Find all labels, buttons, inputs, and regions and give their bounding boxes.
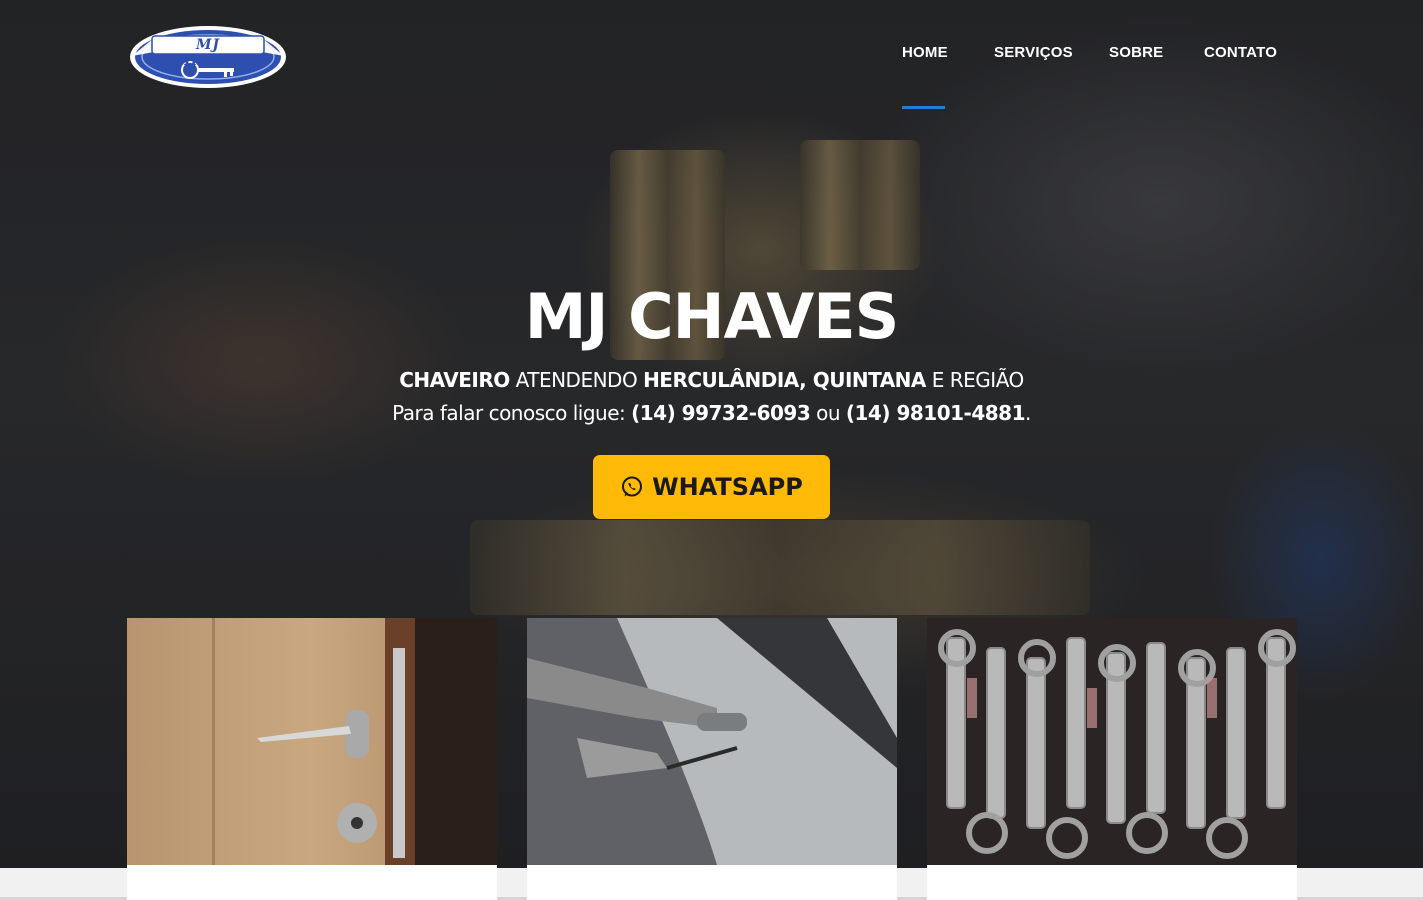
hero-subtitle-text: ATENDENDO: [509, 368, 644, 392]
service-card-door[interactable]: [127, 618, 497, 900]
whatsapp-icon: [622, 476, 643, 497]
hero-subtitle-cities: HERCULÂNDIA, QUINTANA: [643, 368, 926, 392]
contact-prefix: Para falar conosco ligue:: [392, 401, 632, 425]
whatsapp-label: WHATSAPP: [652, 473, 803, 501]
phone-1[interactable]: (14) 99732-6093: [631, 401, 811, 425]
nav-contato[interactable]: CONTATO: [1204, 44, 1277, 61]
hero-subtitle-service: CHAVEIRO: [399, 368, 510, 392]
nav-home[interactable]: HOME: [902, 44, 948, 61]
service-card-car[interactable]: [527, 618, 897, 900]
hero-contact-line: Para falar conosco ligue: (14) 99732-609…: [0, 401, 1423, 425]
hero-subtitle-region: E REGIÃO: [925, 368, 1025, 392]
nav-servicos[interactable]: SERVIÇOS: [994, 44, 1073, 61]
machine-chuck-right: [800, 140, 920, 270]
nav-active-indicator: [902, 106, 945, 109]
machine-gear: [470, 520, 1090, 615]
nav-sobre[interactable]: SOBRE: [1109, 44, 1163, 61]
service-card-keys[interactable]: [927, 618, 1297, 900]
contact-suffix: .: [1025, 401, 1031, 425]
main-nav: HOME SERVIÇOS SOBRE CONTATO: [0, 44, 1423, 114]
key-blanks-image: [927, 618, 1297, 865]
whatsapp-button[interactable]: WHATSAPP: [593, 455, 830, 519]
phone-2[interactable]: (14) 98101-4881: [846, 401, 1026, 425]
hero-subtitle: CHAVEIRO ATENDENDO HERCULÂNDIA, QUINTANA…: [0, 368, 1423, 392]
door-lock-image: [127, 618, 497, 865]
car-unlock-image: [527, 618, 897, 865]
contact-or: ou: [810, 401, 846, 425]
hero-title: MJ CHAVES: [524, 280, 900, 353]
